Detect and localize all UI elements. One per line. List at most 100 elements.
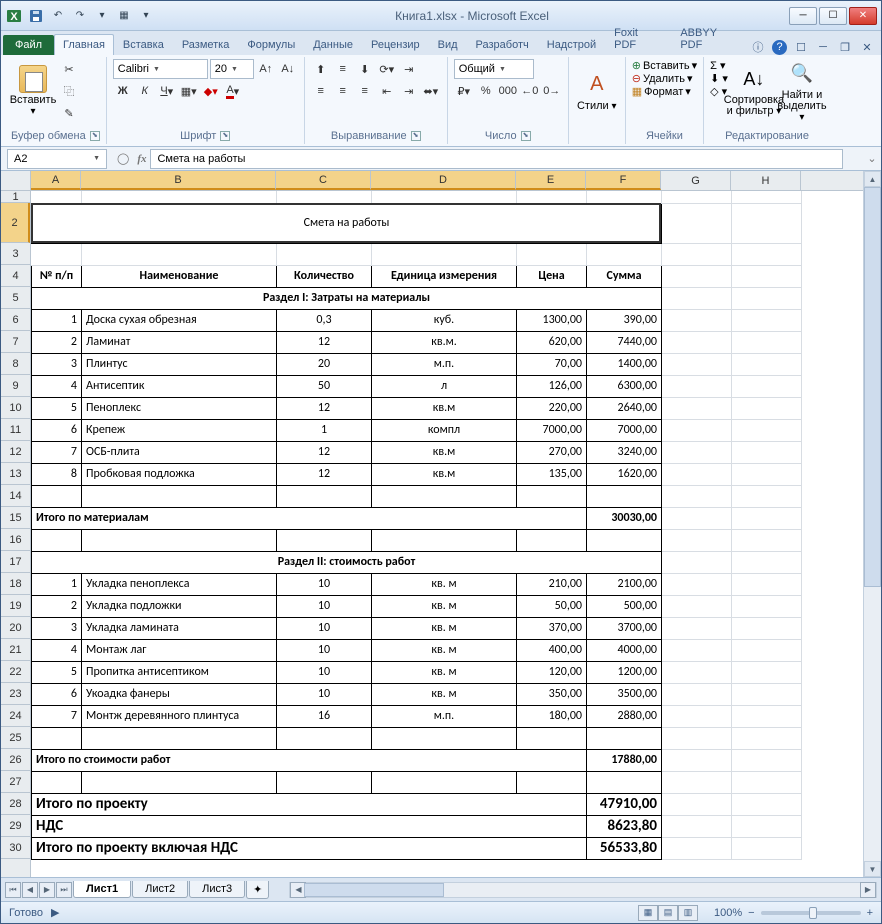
copy-button[interactable]: ⿻ — [59, 81, 79, 101]
font-name-combo[interactable]: Calibri▼ — [113, 59, 208, 79]
italic-button[interactable]: К — [135, 81, 155, 101]
row-header-25[interactable]: 25 — [1, 727, 30, 749]
page-layout-view-button[interactable]: ▤ — [658, 905, 678, 921]
ribbon-tab-данные[interactable]: Данные — [304, 34, 362, 55]
row-header-5[interactable]: 5 — [1, 287, 30, 309]
maximize-button[interactable]: ☐ — [819, 7, 847, 25]
zoom-in-button[interactable]: + — [867, 907, 873, 919]
redo-icon[interactable]: ↷ — [71, 7, 89, 25]
sheet-tab-Лист1[interactable]: Лист1 — [73, 881, 131, 898]
ribbon-tab-формулы[interactable]: Формулы — [238, 34, 304, 55]
zoom-slider[interactable] — [761, 911, 861, 915]
underline-button[interactable]: Ч ▾ — [157, 81, 177, 101]
sheet-nav-last[interactable]: ⏭ — [56, 882, 72, 898]
file-tab[interactable]: Файл — [3, 35, 54, 55]
number-format-combo[interactable]: Общий▼ — [454, 59, 534, 79]
row-header-16[interactable]: 16 — [1, 529, 30, 551]
align-center-button[interactable]: ≡ — [333, 81, 353, 101]
row-header-21[interactable]: 21 — [1, 639, 30, 661]
horizontal-scrollbar[interactable]: ◀ ▶ — [289, 882, 877, 898]
sheet-nav-first[interactable]: ⏮ — [5, 882, 21, 898]
vertical-scrollbar[interactable]: ▲ ▼ — [863, 171, 881, 877]
percent-button[interactable]: % — [476, 81, 496, 101]
row-header-10[interactable]: 10 — [1, 397, 30, 419]
scroll-up-button[interactable]: ▲ — [864, 171, 881, 187]
row-header-7[interactable]: 7 — [1, 331, 30, 353]
normal-view-button[interactable]: ▦ — [638, 905, 658, 921]
col-header-B[interactable]: B — [81, 171, 276, 190]
column-headers[interactable]: ABCDEFGH — [31, 171, 863, 191]
mdi-restore-icon[interactable]: ❐ — [837, 39, 853, 55]
align-left-button[interactable]: ≡ — [311, 81, 331, 101]
hscroll-thumb[interactable] — [304, 883, 444, 897]
row-header-3[interactable]: 3 — [1, 243, 30, 265]
new-sheet-button[interactable]: ✦ — [246, 881, 269, 899]
delete-cells-button[interactable]: ⊖ Удалить ▾ — [632, 72, 693, 85]
row-header-26[interactable]: 26 — [1, 749, 30, 771]
select-all-corner[interactable] — [1, 171, 31, 191]
row-header-24[interactable]: 24 — [1, 705, 30, 727]
name-box[interactable]: A2▼ — [7, 149, 107, 169]
fill-button[interactable]: ⬇ ▾ — [710, 72, 728, 85]
row-header-29[interactable]: 29 — [1, 815, 30, 837]
decrease-indent-button[interactable]: ⇤ — [377, 81, 397, 101]
row-header-18[interactable]: 18 — [1, 573, 30, 595]
col-header-F[interactable]: F — [586, 171, 661, 190]
ribbon-tab-вставка[interactable]: Вставка — [114, 34, 173, 55]
help-icon[interactable]: ? — [772, 40, 787, 55]
ribbon-tab-вид[interactable]: Вид — [429, 34, 467, 55]
sheet-tab-Лист2[interactable]: Лист2 — [132, 881, 188, 898]
merge-button[interactable]: ⬌▾ — [421, 81, 441, 101]
decrease-decimal-button[interactable]: 0→ — [542, 81, 562, 101]
ribbon-tab-abbyy pdf[interactable]: ABBYY PDF — [671, 22, 750, 55]
qat-more-icon[interactable]: ▾ — [93, 7, 111, 25]
row-header-17[interactable]: 17 — [1, 551, 30, 573]
number-dialog-launcher[interactable]: ⬊ — [521, 131, 531, 141]
mdi-minimize-icon[interactable]: ─ — [815, 39, 831, 55]
excel-icon[interactable]: X — [5, 7, 23, 25]
row-header-2[interactable]: 2 — [1, 203, 30, 243]
clipboard-dialog-launcher[interactable]: ⬊ — [90, 131, 100, 141]
minimize-button[interactable]: ─ — [789, 7, 817, 25]
insert-cells-button[interactable]: ⊕ Вставить ▾ — [632, 59, 697, 72]
row-header-8[interactable]: 8 — [1, 353, 30, 375]
col-header-G[interactable]: G — [661, 171, 731, 190]
increase-indent-button[interactable]: ⇥ — [399, 81, 419, 101]
row-header-20[interactable]: 20 — [1, 617, 30, 639]
macro-icon[interactable]: ▶ — [51, 906, 59, 919]
wrap-text-button[interactable]: ⇥ — [399, 59, 419, 79]
worksheet-grid[interactable]: ABCDEFGH 1234567891011121314151617181920… — [1, 171, 881, 877]
row-header-11[interactable]: 11 — [1, 419, 30, 441]
scroll-down-button[interactable]: ▼ — [864, 861, 881, 877]
col-header-E[interactable]: E — [516, 171, 586, 190]
sheet-nav-next[interactable]: ▶ — [39, 882, 55, 898]
formula-bar-expand[interactable]: ⌄ — [863, 152, 881, 165]
row-header-12[interactable]: 12 — [1, 441, 30, 463]
align-right-button[interactable]: ≡ — [355, 81, 375, 101]
fill-color-button[interactable]: ◆▾ — [201, 81, 221, 101]
row-header-13[interactable]: 13 — [1, 463, 30, 485]
sheet-nav-prev[interactable]: ◀ — [22, 882, 38, 898]
row-headers[interactable]: 1234567891011121314151617181920212223242… — [1, 191, 31, 877]
vscroll-thumb[interactable] — [864, 187, 881, 587]
ribbon-tab-разметка[interactable]: Разметка — [173, 34, 239, 55]
row-header-19[interactable]: 19 — [1, 595, 30, 617]
row-header-23[interactable]: 23 — [1, 683, 30, 705]
row-header-22[interactable]: 22 — [1, 661, 30, 683]
minimize-ribbon-icon[interactable]: ⓘ — [750, 39, 766, 55]
align-bottom-button[interactable]: ⬇ — [355, 59, 375, 79]
find-select-button[interactable]: 🔍 Найти и выделить ▾ — [780, 59, 824, 123]
row-header-15[interactable]: 15 — [1, 507, 30, 529]
row-header-27[interactable]: 27 — [1, 771, 30, 793]
borders-button[interactable]: ▦▾ — [179, 81, 199, 101]
paste-button[interactable]: Вставить ▾ — [11, 59, 55, 123]
formula-bar[interactable]: Смета на работы — [150, 149, 843, 169]
cut-button[interactable]: ✂ — [59, 59, 79, 79]
font-color-button[interactable]: A▾ — [223, 81, 243, 101]
row-header-28[interactable]: 28 — [1, 793, 30, 815]
save-icon[interactable] — [27, 7, 45, 25]
ribbon-tab-главная[interactable]: Главная — [54, 34, 114, 55]
format-painter-button[interactable]: ✎ — [59, 103, 79, 123]
format-cells-button[interactable]: ▦ Формат ▾ — [632, 85, 691, 98]
styles-button[interactable]: A Стили ▾ — [575, 59, 619, 123]
